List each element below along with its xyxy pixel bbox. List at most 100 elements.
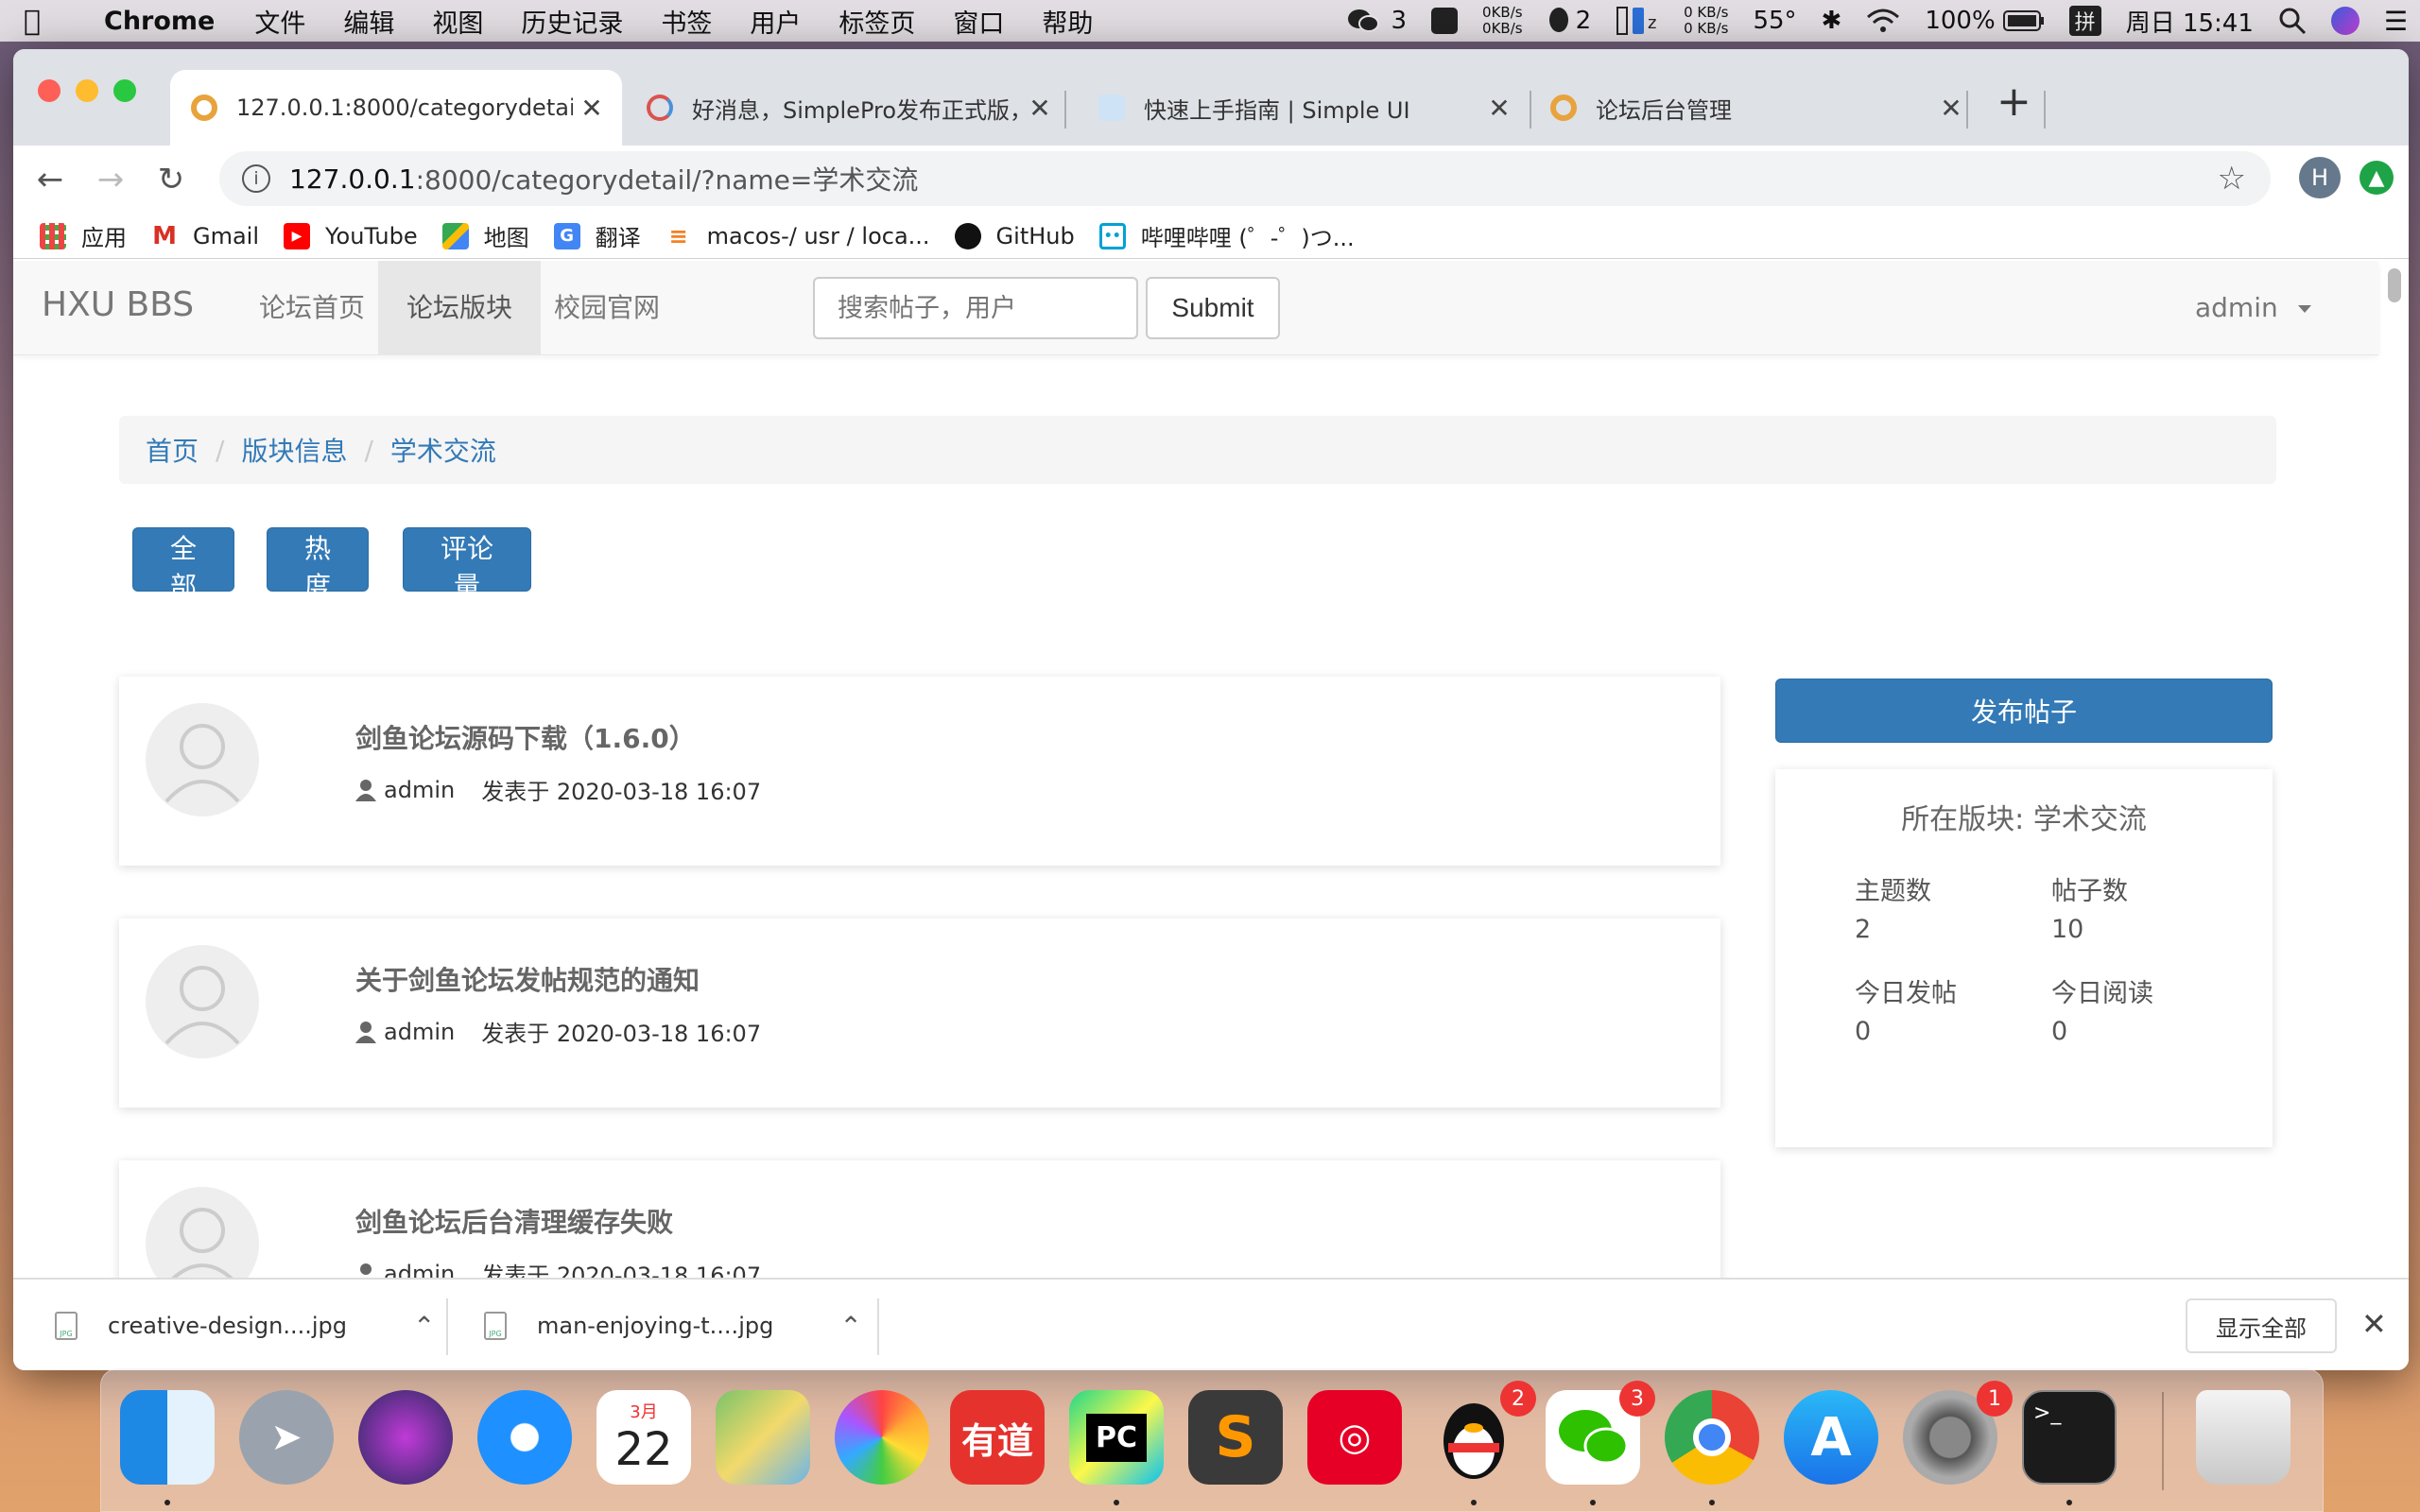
- photos-icon[interactable]: [835, 1390, 929, 1485]
- chrome-icon[interactable]: [1665, 1390, 1759, 1485]
- publish-post-button[interactable]: 发布帖子: [1775, 679, 2273, 743]
- user-icon: [355, 1021, 376, 1043]
- terminal-icon[interactable]: >_: [2022, 1390, 2117, 1485]
- chevron-up-icon[interactable]: ⌃: [839, 1311, 861, 1342]
- apple-menu-icon[interactable]: : [8, 5, 57, 38]
- notification-center-icon[interactable]: ☰: [2384, 6, 2408, 37]
- nav-forum-boards[interactable]: 论坛版块: [378, 261, 542, 355]
- app-store-icon[interactable]: A: [1784, 1390, 1878, 1485]
- sublime-text-icon[interactable]: S: [1188, 1390, 1283, 1485]
- bookmark-maps[interactable]: 地图: [441, 219, 529, 252]
- trash-icon[interactable]: [2196, 1390, 2290, 1485]
- chevron-up-icon[interactable]: ⌃: [413, 1311, 435, 1342]
- nav-forum-home[interactable]: 论坛首页: [231, 261, 393, 355]
- close-tab-icon[interactable]: ✕: [1932, 93, 1970, 124]
- reload-button[interactable]: ↻: [147, 161, 195, 198]
- extension-upload-icon[interactable]: ▲: [2360, 161, 2394, 195]
- close-tab-icon[interactable]: ✕: [573, 93, 611, 124]
- post-card[interactable]: 剑鱼论坛源码下载（1.6.0） admin 发表于 2020-03-18 16:…: [119, 677, 1720, 866]
- bookmark-translate[interactable]: G 翻译: [553, 219, 641, 252]
- siri-icon[interactable]: [2330, 7, 2360, 35]
- close-tab-icon[interactable]: ✕: [1021, 93, 1059, 124]
- menu-tab[interactable]: 标签页: [838, 3, 915, 40]
- scrollbar-thumb[interactable]: [2388, 268, 2401, 302]
- site-brand[interactable]: HXU BBS: [42, 285, 194, 324]
- menu-help[interactable]: 帮助: [1042, 3, 1093, 40]
- avatar[interactable]: [146, 703, 259, 816]
- bookmark-github[interactable]: GitHub: [954, 222, 1075, 249]
- bookmark-star-icon[interactable]: ☆: [2218, 160, 2246, 198]
- wechat-status[interactable]: 3: [1347, 7, 1407, 35]
- search-input[interactable]: [813, 277, 1138, 339]
- bluetooth-icon[interactable]: ✱: [1822, 7, 1842, 35]
- cat-icon[interactable]: [1431, 8, 1459, 34]
- menu-people[interactable]: 用户: [750, 3, 801, 40]
- post-title[interactable]: 剑鱼论坛后台清理缓存失败: [355, 1202, 673, 1240]
- page-viewport[interactable]: HXU BBS 论坛首页 论坛版块 校园官网 Submit admin 首页 /…: [13, 261, 2409, 1325]
- bookmark-gmail[interactable]: M Gmail: [151, 222, 259, 250]
- pycharm-icon[interactable]: PC: [1069, 1390, 1164, 1485]
- clock[interactable]: 周日 15:41: [2126, 4, 2254, 39]
- minimize-window-button[interactable]: [76, 79, 98, 102]
- bookmark-apps[interactable]: 应用: [40, 219, 127, 252]
- safari-compass-icon[interactable]: [477, 1390, 572, 1485]
- menu-edit[interactable]: 编辑: [343, 3, 394, 40]
- maps-icon: [441, 222, 469, 249]
- siri-icon[interactable]: [358, 1390, 453, 1485]
- app-menu-chrome[interactable]: Chrome: [104, 7, 215, 36]
- post-title[interactable]: 剑鱼论坛源码下载（1.6.0）: [355, 718, 696, 756]
- tab-simple-ui[interactable]: 快速上手指南 | Simple UI ✕: [1078, 70, 1530, 146]
- breadcrumb-board-info[interactable]: 版块信息: [241, 431, 347, 469]
- new-tab-button[interactable]: +: [1996, 77, 2031, 126]
- qq-status[interactable]: 2: [1547, 7, 1591, 35]
- filter-comments-button[interactable]: 评论量: [403, 527, 531, 602]
- tab-simplepro[interactable]: 好消息，SimplePro发布正式版， ✕: [626, 70, 1070, 146]
- bookmark-bilibili[interactable]: •• 哔哩哔哩 (゜-゜)つ...: [1098, 219, 1355, 252]
- menu-window[interactable]: 窗口: [953, 3, 1004, 40]
- maps-icon[interactable]: [716, 1390, 810, 1485]
- menu-history[interactable]: 历史记录: [521, 3, 623, 40]
- filter-all-button[interactable]: 全部: [132, 527, 234, 602]
- bookmark-youtube[interactable]: ▶ YouTube: [284, 222, 418, 249]
- profile-avatar[interactable]: H: [2299, 157, 2341, 198]
- menu-view[interactable]: 视图: [432, 3, 483, 40]
- nav-campus-site[interactable]: 校园官网: [526, 261, 688, 355]
- zoom-window-button[interactable]: [113, 79, 136, 102]
- close-tab-icon[interactable]: ✕: [1480, 93, 1518, 124]
- back-button[interactable]: ←: [26, 161, 74, 198]
- download-item[interactable]: JPG man-enjoying-t....jpg ⌃: [484, 1280, 862, 1370]
- post-title[interactable]: 关于剑鱼论坛发帖规范的通知: [355, 960, 700, 998]
- site-info-icon[interactable]: i: [242, 164, 270, 193]
- tab-forum-admin[interactable]: 论坛后台管理 ✕: [1530, 70, 1981, 146]
- memory-icon[interactable]: z: [1616, 6, 1659, 36]
- input-method-icon[interactable]: 拼: [2068, 6, 2101, 36]
- address-bar[interactable]: i 127.0.0.1 :8000/categorydetail/?name=学…: [219, 151, 2271, 206]
- post-card[interactable]: 关于剑鱼论坛发帖规范的通知 admin 发表于 2020-03-18 16:07: [119, 919, 1720, 1108]
- battery-status[interactable]: 100%: [1925, 7, 2044, 35]
- netease-music-icon[interactable]: ◎: [1307, 1390, 1402, 1485]
- show-all-downloads-button[interactable]: 显示全部: [2186, 1298, 2337, 1353]
- wifi-icon[interactable]: [1866, 8, 1900, 34]
- finder-icon[interactable]: [120, 1390, 215, 1485]
- menu-bookmarks[interactable]: 书签: [661, 3, 712, 40]
- spotlight-search-icon[interactable]: [2278, 7, 2307, 35]
- post-author[interactable]: admin: [384, 1019, 455, 1045]
- youdao-dictionary-icon[interactable]: 有道: [950, 1390, 1045, 1485]
- launchpad-rocket-icon[interactable]: ➤: [239, 1390, 334, 1485]
- close-icon[interactable]: ✕: [2361, 1306, 2387, 1342]
- simplepro-favicon-icon: [647, 94, 673, 121]
- avatar[interactable]: [146, 945, 259, 1058]
- close-window-button[interactable]: [38, 79, 60, 102]
- download-item[interactable]: JPG creative-design....jpg ⌃: [55, 1280, 435, 1370]
- user-dropdown[interactable]: admin: [2195, 261, 2311, 355]
- tab-category-detail[interactable]: 127.0.0.1:8000/categorydetail/ ✕: [170, 70, 622, 146]
- filter-hot-button[interactable]: 热度: [267, 527, 369, 602]
- calendar-icon[interactable]: 3月 22: [596, 1390, 691, 1485]
- forward-button[interactable]: →: [87, 161, 134, 198]
- breadcrumb-home[interactable]: 首页: [146, 431, 199, 469]
- breadcrumb-current[interactable]: 学术交流: [390, 431, 496, 469]
- post-author[interactable]: admin: [384, 777, 455, 803]
- submit-button[interactable]: Submit: [1146, 277, 1280, 339]
- bookmark-stackoverflow[interactable]: ≡ macos-/ usr / loca...: [666, 223, 930, 249]
- menu-file[interactable]: 文件: [254, 3, 305, 40]
